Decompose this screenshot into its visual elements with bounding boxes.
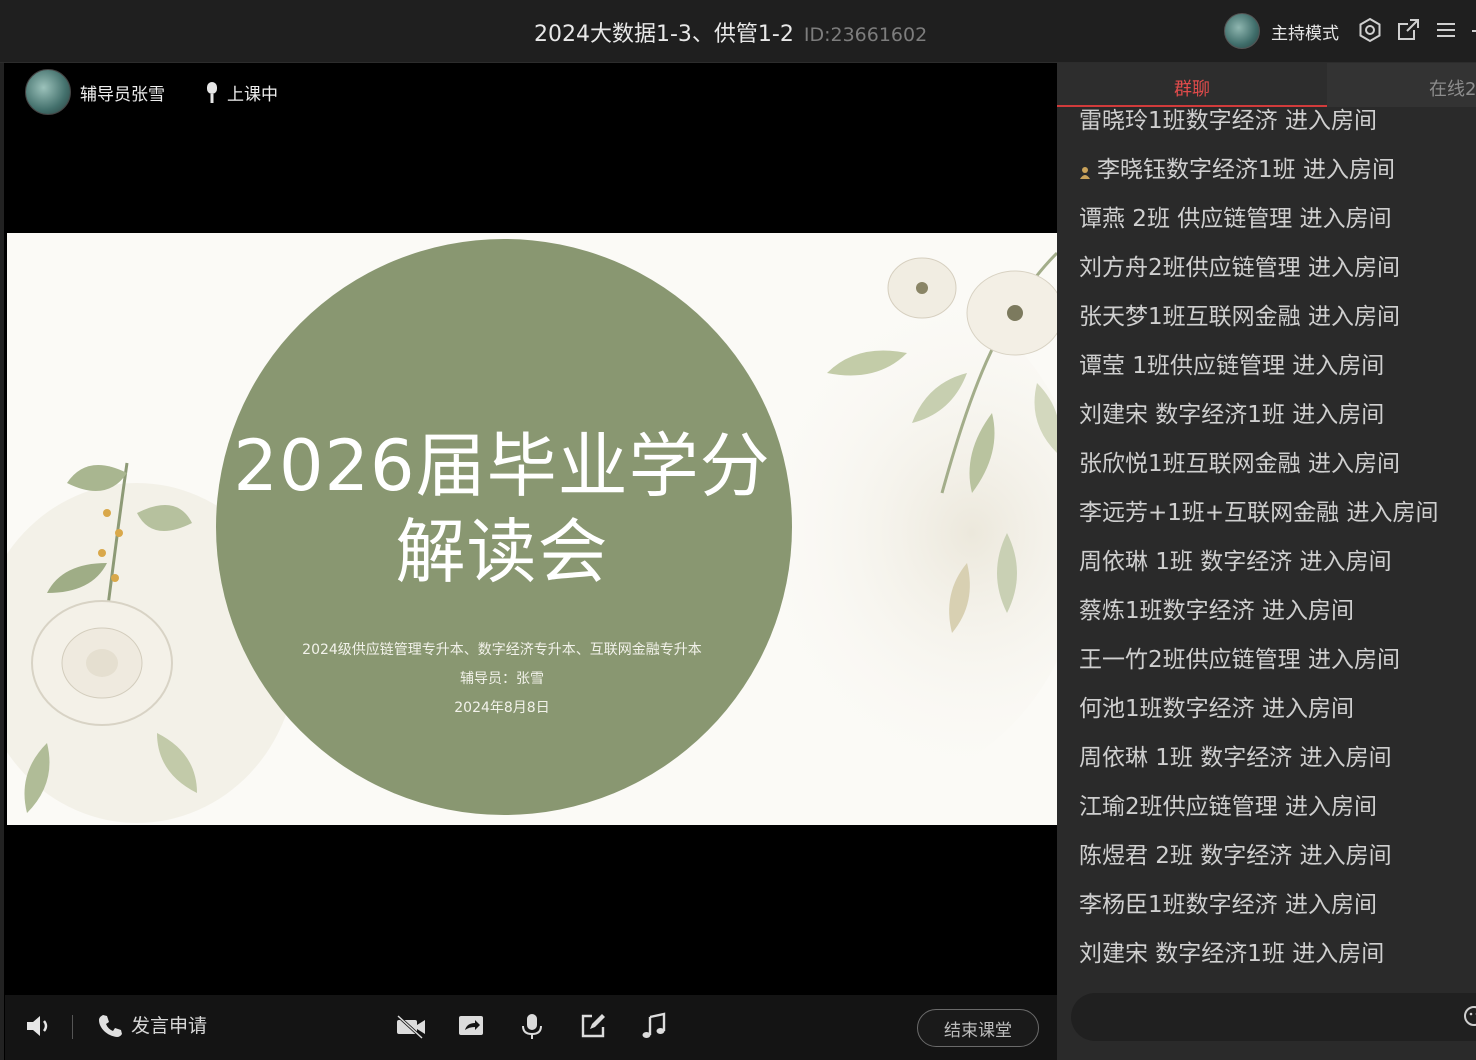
list-item: 何池1班数字经济 进入房间 [1079, 689, 1354, 723]
panel-tabs: 群聊 在线2 [1057, 63, 1476, 107]
camera-off-icon[interactable] [395, 1011, 427, 1041]
teacher-name: 辅导员张雪 [80, 84, 165, 105]
speaker-icon[interactable] [23, 1011, 53, 1041]
list-item: 谭燕 2班 供应链管理 进入房间 [1079, 199, 1392, 233]
title-wrap: 2024大数据1-3、供管1-2 ID:23661602 [534, 16, 928, 47]
microphone-icon[interactable] [517, 1011, 547, 1041]
message-text: 刘方舟2班供应链管理 进入房间 [1079, 255, 1400, 281]
message-text: 张欣悦1班互联网金融 进入房间 [1079, 451, 1400, 477]
class-status: 上课中 [205, 80, 278, 105]
list-item: 周依琳 1班 数字经济 进入房间 [1079, 542, 1392, 576]
message-text: 谭燕 2班 供应链管理 进入房间 [1079, 206, 1392, 232]
list-item: 刘建宋 数字经济1班 进入房间 [1079, 934, 1384, 968]
chat-input[interactable] [1071, 993, 1476, 1041]
list-item: 蔡炼1班数字经济 进入房间 [1079, 591, 1354, 625]
teacher-info: 辅导员张雪 [25, 69, 165, 115]
emoji-icon[interactable] [1463, 1005, 1476, 1027]
control-bar: 发言申请 结束课堂 [5, 995, 1057, 1060]
microphone-status-icon [207, 81, 217, 103]
message-text: 陈煜君 2班 数字经济 进入房间 [1079, 843, 1392, 869]
list-item: 雷晓玲1班数字经济 进入房间 [1079, 107, 1377, 135]
teacher-avatar [25, 69, 71, 115]
message-text: 刘建宋 数字经济1班 进入房间 [1079, 941, 1385, 967]
list-item: 刘建宋 数字经济1班 进入房间 [1079, 395, 1384, 429]
list-item: 李远芳+1班+互联网金融 进入房间 [1079, 493, 1439, 527]
slide-title: 2026届毕业学分 解读会 [212, 423, 792, 595]
menu-icon[interactable] [1432, 16, 1460, 44]
message-text: 雷晓玲1班数字经济 进入房间 [1079, 108, 1377, 134]
list-item: 谭莹 1班供应链管理 进入房间 [1079, 346, 1384, 380]
list-item: 周依琳 1班 数字经济 进入房间 [1079, 738, 1392, 772]
end-class-button[interactable]: 结束课堂 [917, 1009, 1039, 1047]
list-item: 江瑜2班供应链管理 进入房间 [1079, 787, 1377, 821]
slide-title-line1: 2026届毕业学分 [233, 425, 771, 507]
class-status-label: 上课中 [227, 85, 278, 105]
chat-message-list[interactable]: 雷晓玲1班数字经济 进入房间 李晓钰数字经济1班 进入房间 谭燕 2班 供应链管… [1057, 107, 1476, 992]
list-item: 张欣悦1班互联网金融 进入房间 [1079, 444, 1400, 478]
message-text: 李杨臣1班数字经济 进入房间 [1079, 892, 1377, 918]
classroom-window: 2024大数据1-3、供管1-2 ID:23661602 主持模式 辅导员张雪 … [0, 0, 1476, 1060]
chat-panel: 群聊 在线2 雷晓玲1班数字经济 进入房间 李晓钰数字经济1班 进入房间 谭燕 … [1057, 63, 1476, 1060]
message-text: 王一竹2班供应链管理 进入房间 [1079, 647, 1400, 673]
slide-title-line2: 解读会 [395, 511, 609, 593]
slide-presenter: 辅导员：张雪 [460, 671, 544, 687]
message-text: 张天梦1班互联网金融 进入房间 [1079, 304, 1400, 330]
presentation-slide: 2026届毕业学分 解读会 2024级供应链管理专升本、数字经济专升本、互联网金… [7, 233, 1057, 825]
room-id: ID:23661602 [803, 24, 928, 46]
slide-subtitle-block: 2024级供应链管理专升本、数字经济专升本、互联网金融专升本 辅导员：张雪 20… [212, 636, 792, 723]
list-item: 李晓钰数字经济1班 进入房间 [1079, 150, 1395, 184]
teacher-badge-icon [1079, 160, 1091, 179]
title-bar: 2024大数据1-3、供管1-2 ID:23661602 主持模式 [0, 0, 1476, 63]
slide-date: 2024年8月8日 [454, 700, 550, 716]
host-avatar[interactable] [1224, 13, 1260, 49]
list-item: 刘方舟2班供应链管理 进入房间 [1079, 248, 1400, 282]
message-text: 周依琳 1班 数字经济 进入房间 [1079, 549, 1392, 575]
message-text: 何池1班数字经济 进入房间 [1079, 696, 1354, 722]
list-item: 王一竹2班供应链管理 进入房间 [1079, 640, 1400, 674]
message-text: 周依琳 1班 数字经济 进入房间 [1079, 745, 1392, 771]
message-text: 蔡炼1班数字经济 进入房间 [1079, 598, 1354, 624]
divider [72, 1015, 73, 1039]
window-edge [0, 0, 4, 1060]
tab-group-chat[interactable]: 群聊 [1057, 75, 1327, 101]
host-mode-label[interactable]: 主持模式 [1271, 19, 1339, 44]
popout-icon[interactable] [1394, 16, 1422, 44]
list-item: 李杨臣1班数字经济 进入房间 [1079, 885, 1377, 919]
share-screen-icon[interactable] [456, 1011, 486, 1041]
room-title: 2024大数据1-3、供管1-2 [534, 22, 794, 47]
message-text: 谭莹 1班供应链管理 进入房间 [1079, 353, 1385, 379]
message-text: 李晓钰数字经济1班 进入房间 [1097, 157, 1395, 183]
whiteboard-edit-icon[interactable] [578, 1011, 608, 1041]
minimize-icon[interactable] [1466, 16, 1476, 44]
message-text: 刘建宋 数字经济1班 进入房间 [1079, 402, 1385, 428]
slide-subtitle: 2024级供应链管理专升本、数字经济专升本、互联网金融专升本 [302, 642, 702, 658]
tab-online[interactable]: 在线2 [1429, 75, 1476, 101]
video-stage: 辅导员张雪 上课中 2026届毕业学分 解读会 2024级供应链管理专升本、数字… [5, 63, 1057, 993]
list-item: 陈煜君 2班 数字经济 进入房间 [1079, 836, 1392, 870]
music-icon[interactable] [639, 1011, 669, 1041]
settings-icon[interactable] [1356, 16, 1384, 44]
list-item: 张天梦1班互联网金融 进入房间 [1079, 297, 1400, 331]
speak-request-label: 发言申请 [131, 1015, 208, 1037]
speak-request-button[interactable]: 发言申请 [97, 1011, 207, 1038]
message-text: 江瑜2班供应链管理 进入房间 [1079, 794, 1377, 820]
message-text: 李远芳+1班+互联网金融 进入房间 [1079, 500, 1439, 526]
phone-icon [99, 1014, 122, 1037]
